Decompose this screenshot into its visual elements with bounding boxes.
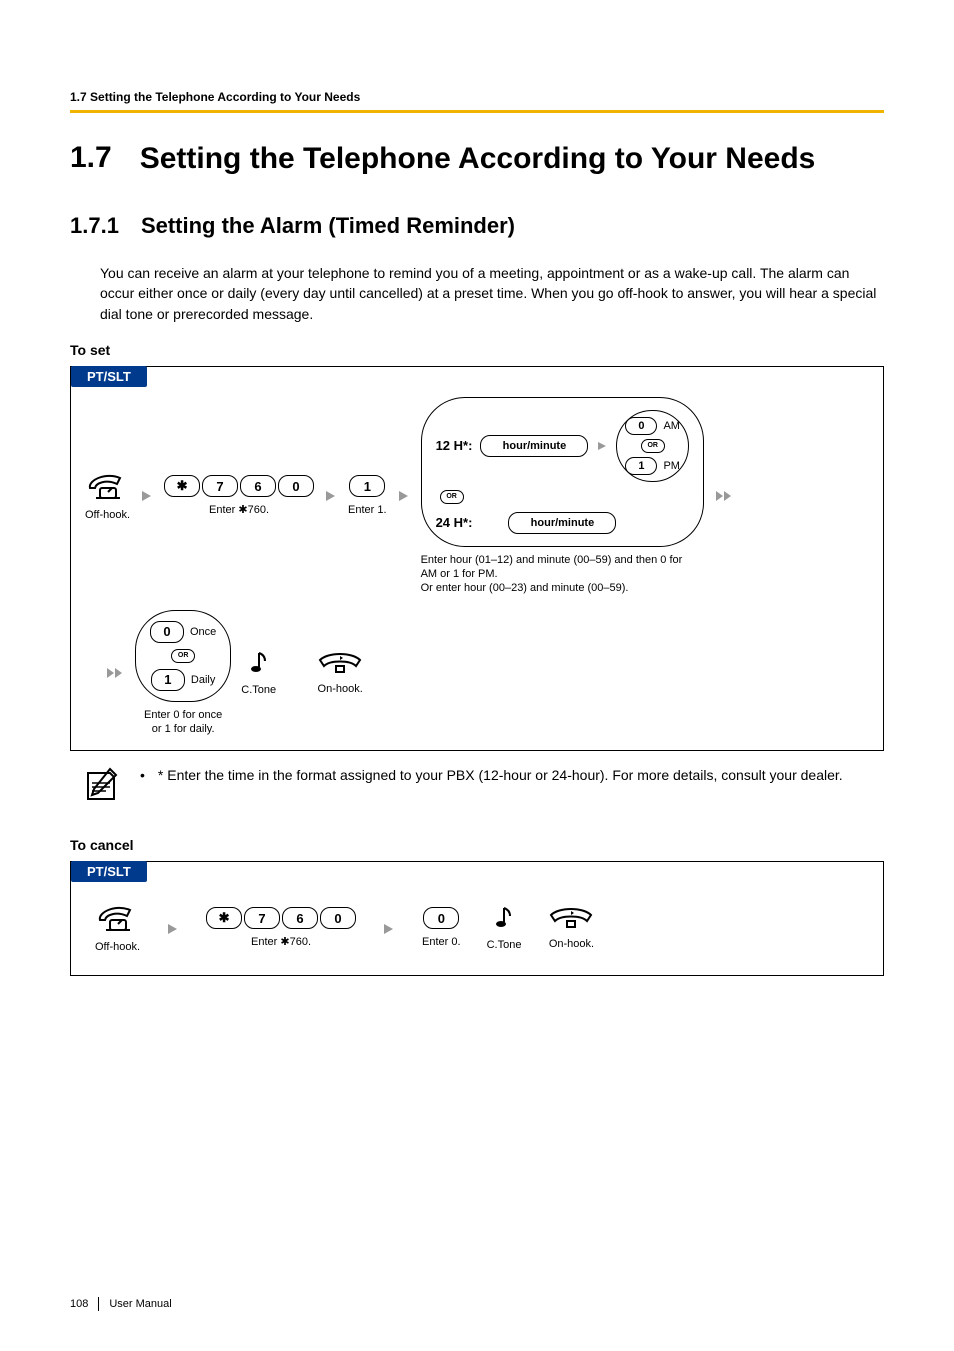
key-0: 0: [278, 475, 314, 497]
enter-0-label: Enter 0.: [422, 935, 461, 949]
key-star: ✱: [164, 475, 200, 497]
hourminute-key: hour/minute: [508, 512, 616, 534]
enter-1-label: Enter 1.: [348, 503, 387, 517]
key-7: 7: [202, 475, 238, 497]
once-daily-caption: Enter 0 for once or 1 for daily.: [144, 708, 222, 737]
ctone-icon: [247, 649, 271, 677]
offhook-label: Off-hook.: [85, 508, 130, 522]
key-sequence-760: ✱ 7 6 0: [206, 907, 356, 929]
note-icon: [80, 765, 122, 807]
ctone-icon: [492, 904, 516, 932]
enter-760-label: Enter ✱760.: [251, 935, 311, 949]
arrow-icon: [397, 489, 411, 503]
key-6: 6: [240, 475, 276, 497]
or-badge: OR: [440, 490, 464, 504]
offhook-icon: [86, 470, 130, 502]
running-head: 1.7 Setting the Telephone According to Y…: [70, 90, 884, 113]
h24-label: 24 H*:: [436, 515, 473, 530]
footer-label: User Manual: [109, 1298, 171, 1310]
key-6: 6: [282, 907, 318, 929]
page-footer: 108 User Manual: [70, 1297, 172, 1311]
time-caption: Enter hour (01–12) and minute (00–59) an…: [421, 553, 701, 596]
intro-paragraph: You can receive an alarm at your telepho…: [100, 263, 884, 324]
to-set-heading: To set: [70, 342, 884, 358]
key-1-daily: 1: [151, 669, 185, 691]
or-badge: OR: [641, 439, 665, 453]
device-pill: PT/SLT: [71, 366, 147, 387]
section-number: 1.7: [70, 141, 112, 175]
onhook-icon: [547, 905, 595, 931]
section-title: Setting the Telephone According to Your …: [140, 141, 816, 177]
key-1-pm: 1: [625, 457, 657, 475]
offhook-icon: [96, 902, 140, 934]
key-7: 7: [244, 907, 280, 929]
arrow-continue-icon: [714, 489, 734, 503]
arrow-icon: [382, 922, 396, 936]
note-text: * Enter the time in the format assigned …: [158, 767, 843, 783]
ctone-label: C.Tone: [487, 938, 522, 952]
subsection-title: Setting the Alarm (Timed Reminder): [141, 213, 515, 239]
key-0-once: 0: [150, 621, 184, 643]
hourminute-key: hour/minute: [480, 435, 588, 457]
note-row: • * Enter the time in the format assigne…: [80, 765, 884, 807]
arrow-continue-icon: [105, 666, 125, 680]
once-daily-group: 0 Once OR 1 Daily: [135, 610, 231, 702]
procedure-box-cancel: PT/SLT Off-hook. ✱: [70, 861, 884, 975]
page-number: 108: [70, 1298, 88, 1310]
time-entry-group: 12 H*: hour/minute 0 AM OR: [421, 397, 704, 547]
key-0: 0: [320, 907, 356, 929]
device-pill: PT/SLT: [71, 861, 147, 882]
ampm-group: 0 AM OR 1 PM: [616, 410, 689, 482]
key-1: 1: [349, 475, 385, 497]
daily-label: Daily: [191, 674, 215, 686]
to-cancel-heading: To cancel: [70, 837, 884, 853]
enter-760-label: Enter ✱760.: [209, 503, 269, 517]
or-badge: OR: [171, 649, 195, 663]
key-star: ✱: [206, 907, 242, 929]
am-label: AM: [663, 420, 680, 432]
subsection-number: 1.7.1: [70, 213, 119, 239]
arrow-icon: [166, 922, 180, 936]
offhook-label: Off-hook.: [95, 940, 140, 954]
pm-label: PM: [663, 460, 680, 472]
arrow-icon: [140, 489, 154, 503]
key-0: 0: [423, 907, 459, 929]
arrow-icon: [324, 489, 338, 503]
onhook-icon: [316, 650, 364, 676]
key-sequence-760: ✱ 7 6 0: [164, 475, 314, 497]
arrow-icon: [596, 440, 608, 452]
once-label: Once: [190, 626, 216, 638]
onhook-label: On-hook.: [318, 682, 363, 696]
procedure-box-set: PT/SLT Off-hook.: [70, 366, 884, 751]
ctone-label: C.Tone: [241, 683, 276, 697]
onhook-label: On-hook.: [549, 937, 594, 951]
key-0-am: 0: [625, 417, 657, 435]
h12-label: 12 H*:: [436, 438, 473, 453]
